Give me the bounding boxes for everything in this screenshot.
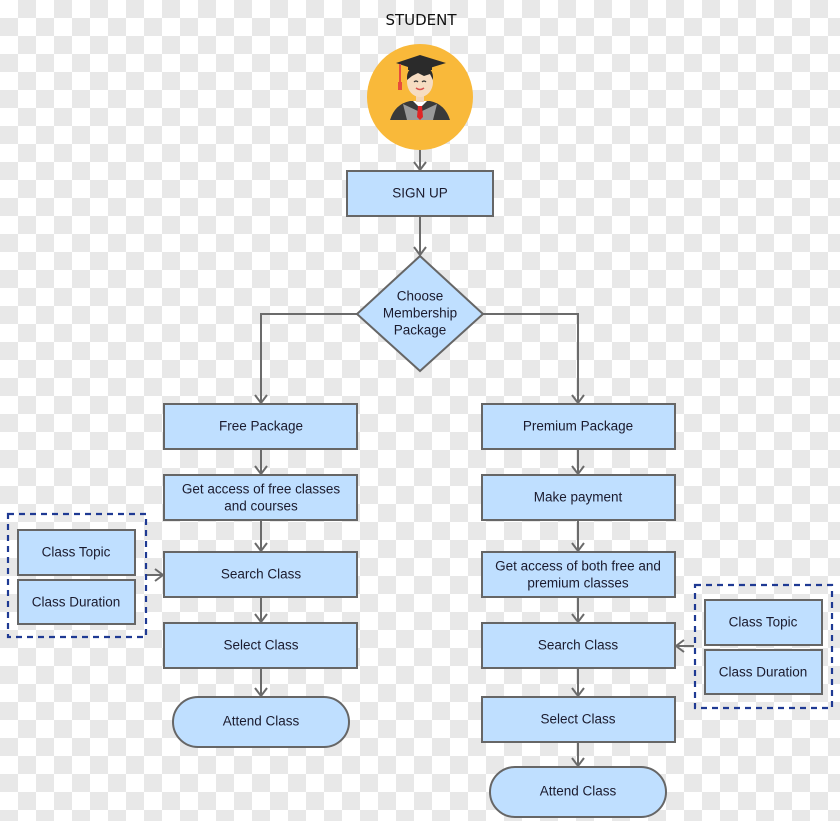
node-premium-access: Get access of both free and premium clas…	[481, 551, 676, 598]
graduate-student-icon	[367, 44, 473, 150]
node-free-search: Search Class	[163, 551, 358, 598]
node-premium-search: Search Class	[481, 622, 676, 669]
premium-attend-label: Attend Class	[540, 784, 617, 799]
diagram-title: STUDENT	[385, 11, 457, 29]
class-topic-label: Class Topic	[729, 615, 798, 630]
node-premium-select: Select Class	[481, 696, 676, 743]
premium-filter-class-duration: Class Duration	[704, 649, 823, 695]
flowchart: STUDENT SIGN UP Choose Membership Packag…	[6, 11, 834, 818]
decision-label-line3: Package	[394, 323, 447, 338]
free-select-label: Select Class	[223, 638, 298, 653]
node-premium-package: Premium Package	[481, 403, 676, 450]
premium-access-line2: premium classes	[527, 576, 629, 591]
premium-filter-group: Class Topic Class Duration	[693, 583, 834, 710]
node-sign-up: SIGN UP	[346, 170, 494, 217]
free-filter-group: Class Topic Class Duration	[6, 512, 148, 639]
free-filter-class-topic: Class Topic	[17, 529, 136, 576]
node-free-access: Get access of free classes and courses	[163, 474, 358, 521]
decision-label-line2: Membership	[383, 306, 457, 321]
decision-label-line1: Choose	[397, 289, 444, 304]
node-free-package: Free Package	[163, 403, 358, 450]
class-duration-label: Class Duration	[719, 665, 808, 680]
node-decision: Choose Membership Package	[355, 254, 485, 373]
node-free-select: Select Class	[163, 622, 358, 669]
edge-decision-premium	[483, 313, 579, 403]
premium-access-line1: Get access of both free and	[495, 559, 661, 574]
class-topic-label: Class Topic	[42, 545, 111, 560]
free-access-line1: Get access of free classes	[182, 482, 341, 497]
premium-search-label: Search Class	[538, 638, 619, 653]
edge-decision-free	[260, 313, 357, 403]
edges	[146, 150, 694, 768]
cap-band	[408, 64, 432, 70]
premium-package-label: Premium Package	[523, 419, 633, 434]
node-free-attend: Attend Class	[172, 696, 350, 748]
free-attend-label: Attend Class	[223, 714, 300, 729]
class-duration-label: Class Duration	[32, 595, 121, 610]
make-payment-label: Make payment	[534, 490, 623, 505]
premium-select-label: Select Class	[540, 712, 615, 727]
premium-filter-class-topic: Class Topic	[704, 599, 823, 646]
free-package-label: Free Package	[219, 419, 303, 434]
free-filter-class-duration: Class Duration	[17, 579, 136, 625]
free-search-label: Search Class	[221, 567, 302, 582]
node-premium-attend: Attend Class	[489, 766, 667, 818]
tassel	[398, 82, 402, 90]
free-access-line2: and courses	[224, 499, 298, 514]
sign-up-label: SIGN UP	[392, 186, 448, 201]
node-premium-payment: Make payment	[481, 474, 676, 521]
